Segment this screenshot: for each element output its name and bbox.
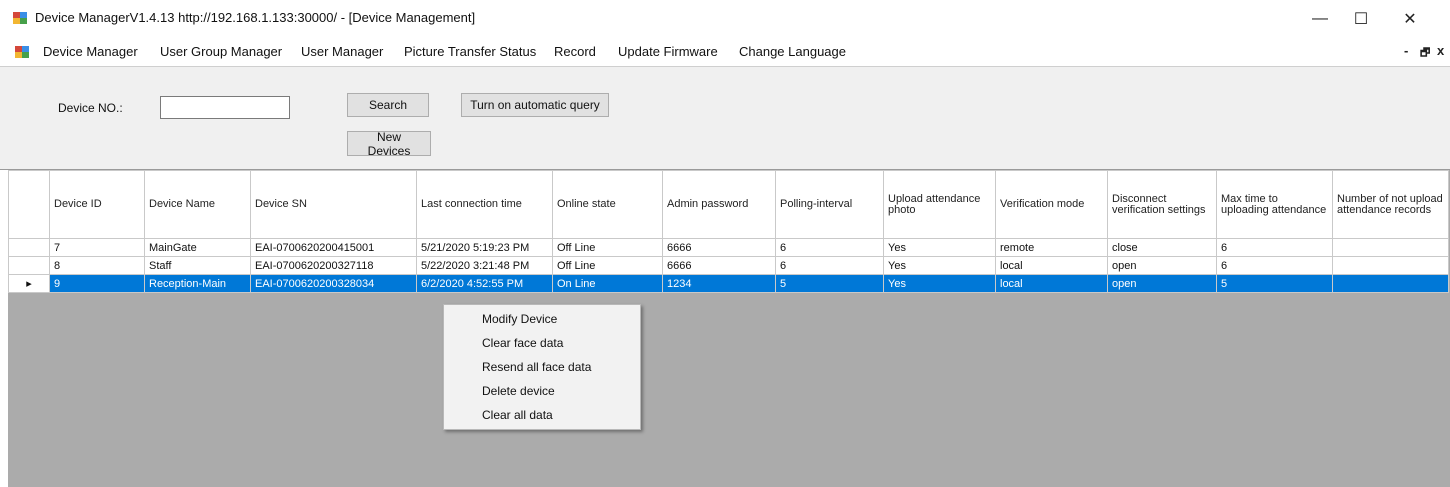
device-no-input[interactable] (160, 96, 290, 119)
cell-verification-mode[interactable]: local (995, 256, 1108, 275)
column-header-device-sn[interactable]: Device SN (250, 170, 417, 239)
cell-device-sn[interactable]: EAI-0700620200327118 (250, 256, 417, 275)
cell-last-connection[interactable]: 5/22/2020 3:21:48 PM (416, 256, 553, 275)
column-header-not-uploaded-records[interactable]: Number of not upload attendance records (1332, 170, 1449, 239)
grid-header-row: Device ID Device Name Device SN Last con… (8, 170, 1449, 239)
cell-polling-interval[interactable]: 6 (775, 238, 884, 257)
cell-upload-photo[interactable]: Yes (883, 274, 996, 293)
menu-update-firmware[interactable]: Update Firmware (618, 44, 718, 59)
table-row[interactable]: 8 Staff EAI-0700620200327118 5/22/2020 3… (8, 256, 1449, 275)
title-bar: Device ManagerV1.4.13 http://192.168.1.1… (0, 0, 1450, 38)
row-header[interactable] (8, 238, 50, 257)
cell-max-upload-time[interactable]: 6 (1216, 238, 1333, 257)
menu-change-language[interactable]: Change Language (739, 44, 846, 59)
row-header-corner (8, 170, 50, 239)
mdi-minimize-icon[interactable]: - (1404, 43, 1408, 58)
column-header-upload-photo[interactable]: Upload attendance photo (883, 170, 996, 239)
column-header-verification-mode[interactable]: Verification mode (995, 170, 1108, 239)
cell-online-state[interactable]: Off Line (552, 256, 663, 275)
cell-device-sn[interactable]: EAI-0700620200415001 (250, 238, 417, 257)
mdi-child-icon (15, 46, 29, 58)
menu-item-resend-face-data[interactable]: Resend all face data (482, 360, 591, 374)
cell-verification-mode[interactable]: local (995, 274, 1108, 293)
cell-admin-password[interactable]: 6666 (662, 238, 776, 257)
device-no-label: Device NO.: (58, 101, 123, 115)
menu-user-manager[interactable]: User Manager (301, 44, 383, 59)
menu-device-manager[interactable]: Device Manager (43, 44, 138, 59)
menu-item-clear-all-data[interactable]: Clear all data (482, 408, 553, 422)
cell-not-uploaded-records[interactable] (1332, 256, 1449, 275)
search-button[interactable]: Search (347, 93, 429, 117)
cell-polling-interval[interactable]: 6 (775, 256, 884, 275)
cell-device-id[interactable]: 7 (49, 238, 145, 257)
mdi-restore-icon[interactable]: 🗗 (1420, 44, 1430, 63)
current-row-arrow-icon[interactable]: ▸ (8, 274, 50, 293)
column-header-device-id[interactable]: Device ID (49, 170, 145, 239)
column-header-max-upload-time[interactable]: Max time to uploading attendance (1216, 170, 1333, 239)
column-header-device-name[interactable]: Device Name (144, 170, 251, 239)
cell-admin-password[interactable]: 6666 (662, 256, 776, 275)
cell-disconnect-settings[interactable]: open (1107, 274, 1217, 293)
row-header[interactable] (8, 256, 50, 275)
menu-item-delete-device[interactable]: Delete device (482, 384, 555, 398)
column-header-last-connection[interactable]: Last connection time (416, 170, 553, 239)
window-title: Device ManagerV1.4.13 http://192.168.1.1… (35, 10, 476, 25)
cell-device-id[interactable]: 8 (49, 256, 145, 275)
cell-disconnect-settings[interactable]: open (1107, 256, 1217, 275)
cell-max-upload-time[interactable]: 6 (1216, 256, 1333, 275)
device-grid[interactable]: Device ID Device Name Device SN Last con… (8, 170, 1449, 293)
menu-bar: Device Manager User Group Manager User M… (0, 38, 1450, 67)
cell-device-name[interactable]: Staff (144, 256, 251, 275)
cell-disconnect-settings[interactable]: close (1107, 238, 1217, 257)
maximize-icon[interactable]: ☐ (1346, 6, 1376, 32)
menu-picture-transfer-status[interactable]: Picture Transfer Status (404, 44, 536, 59)
cell-device-name[interactable]: Reception-Main (144, 274, 251, 293)
mdi-close-icon[interactable]: x (1437, 43, 1444, 58)
context-menu: Modify Device Clear face data Resend all… (443, 304, 641, 430)
menu-item-clear-face-data[interactable]: Clear face data (482, 336, 563, 350)
menu-record[interactable]: Record (554, 44, 596, 59)
column-header-polling-interval[interactable]: Polling-interval (775, 170, 884, 239)
table-row[interactable]: 7 MainGate EAI-0700620200415001 5/21/202… (8, 238, 1449, 257)
table-row-selected[interactable]: ▸ 9 Reception-Main EAI-0700620200328034 … (8, 274, 1449, 293)
cell-device-name[interactable]: MainGate (144, 238, 251, 257)
menu-item-modify-device[interactable]: Modify Device (482, 312, 557, 326)
new-devices-button[interactable]: New Devices (347, 130, 431, 158)
minimize-icon[interactable]: — (1305, 6, 1335, 32)
cell-polling-interval[interactable]: 5 (775, 274, 884, 293)
column-header-admin-password[interactable]: Admin password (662, 170, 776, 239)
cell-device-sn[interactable]: EAI-0700620200328034 (250, 274, 417, 293)
cell-upload-photo[interactable]: Yes (883, 256, 996, 275)
app-icon (13, 12, 27, 24)
search-panel: Device NO.: Search Turn on automatic que… (0, 67, 1450, 170)
cell-admin-password[interactable]: 1234 (662, 274, 776, 293)
cell-not-uploaded-records[interactable] (1332, 238, 1449, 257)
column-header-disconnect-settings[interactable]: Disconnect verification settings (1107, 170, 1217, 239)
cell-online-state[interactable]: On Line (552, 274, 663, 293)
cell-device-id[interactable]: 9 (49, 274, 145, 293)
menu-user-group-manager[interactable]: User Group Manager (160, 44, 282, 59)
cell-online-state[interactable]: Off Line (552, 238, 663, 257)
cell-verification-mode[interactable]: remote (995, 238, 1108, 257)
cell-last-connection[interactable]: 5/21/2020 5:19:23 PM (416, 238, 553, 257)
close-icon[interactable]: ✕ (1395, 6, 1425, 32)
auto-query-button[interactable]: Turn on automatic query (461, 93, 609, 117)
cell-upload-photo[interactable]: Yes (883, 238, 996, 257)
cell-last-connection[interactable]: 6/2/2020 4:52:55 PM (416, 274, 553, 293)
cell-not-uploaded-records[interactable] (1332, 274, 1449, 293)
cell-max-upload-time[interactable]: 5 (1216, 274, 1333, 293)
column-header-online-state[interactable]: Online state (552, 170, 663, 239)
